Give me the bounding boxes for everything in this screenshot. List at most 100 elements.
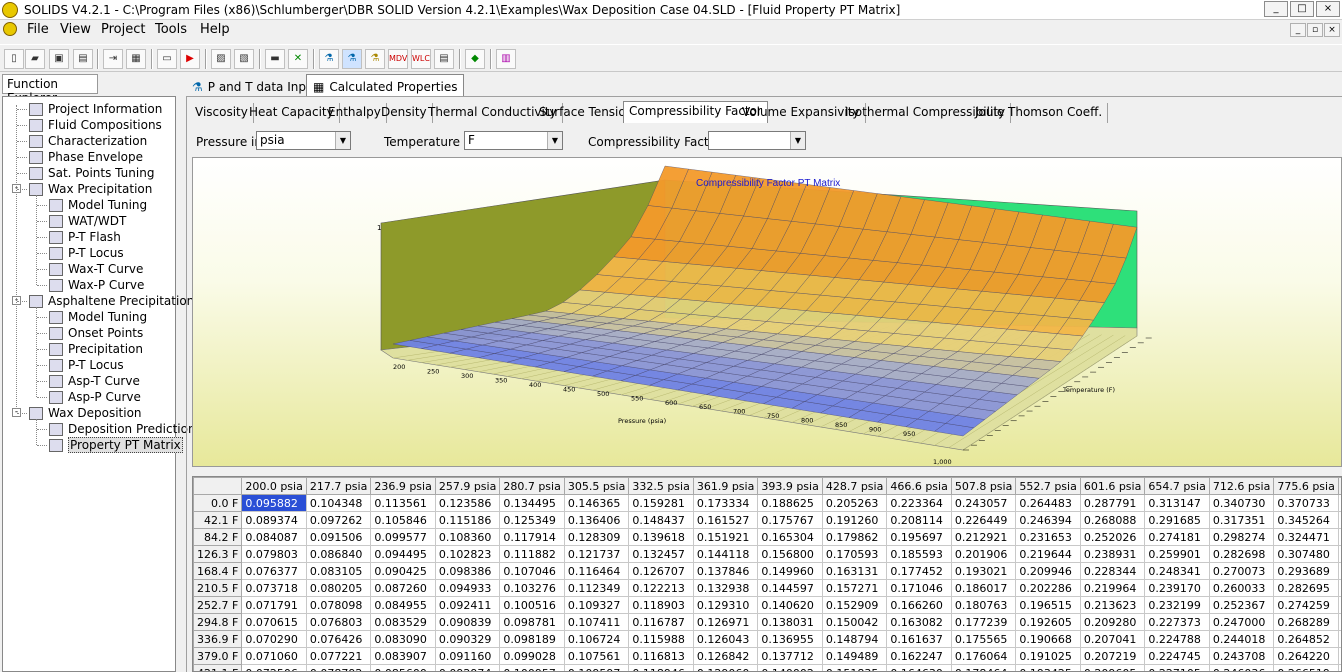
table-cell[interactable]: 0.319349 [1337, 562, 1341, 580]
table-cell[interactable]: 0.291685 [1144, 511, 1210, 529]
row-header[interactable]: 379.0 F [193, 647, 243, 665]
open-icon[interactable]: ▰ [25, 49, 45, 69]
table-cell[interactable]: 0.177239 [950, 613, 1017, 631]
table-cell[interactable]: 0.293689 [1273, 562, 1339, 580]
table-cell[interactable]: 0.073718 [241, 579, 307, 597]
table-cell[interactable]: 0.116813 [628, 647, 694, 665]
table-cell[interactable]: 0.177452 [886, 562, 952, 580]
table-cell[interactable]: 0.180763 [950, 596, 1017, 614]
table-cell[interactable]: 0.083090 [370, 630, 436, 648]
table-cell[interactable]: 0.226449 [950, 511, 1017, 529]
table-cell[interactable]: 0.162247 [886, 647, 952, 665]
menu-tools[interactable]: Tools [155, 22, 187, 37]
function-explorer-tab[interactable]: Function Explorer [2, 74, 98, 105]
row-header[interactable]: 294.8 F [193, 613, 243, 631]
column-header[interactable]: 200.0 psia [241, 477, 307, 495]
table-cell[interactable]: 0.077221 [305, 647, 372, 665]
table-cell[interactable]: 0.083529 [370, 613, 436, 631]
tree-item-wat-wdt[interactable]: WAT/WDT [49, 213, 126, 229]
table-cell[interactable]: 0.136955 [757, 630, 823, 648]
table-cell[interactable]: 0.071791 [241, 596, 307, 614]
table-cell[interactable]: 0.248341 [1144, 562, 1210, 580]
table-cell[interactable]: 0.116464 [563, 562, 630, 580]
table-cell[interactable]: 0.144597 [757, 579, 823, 597]
chevron-down-icon[interactable]: ▼ [547, 132, 562, 149]
maximize-button[interactable]: □ [1290, 1, 1314, 17]
factor-unit-select[interactable]: ▼ [708, 131, 806, 150]
table-cell[interactable]: 0.115186 [434, 511, 501, 529]
table-cell[interactable]: 0.139618 [628, 528, 694, 546]
green-gem-icon[interactable]: ◆ [465, 49, 485, 69]
chart-icon[interactable]: ▨ [211, 49, 231, 69]
table-cell[interactable]: 0.264220 [1273, 647, 1339, 665]
table-cell[interactable]: 0.287420 [1337, 630, 1341, 648]
table-cell[interactable]: 0.085600 [370, 664, 436, 671]
table-cell[interactable]: 0.268088 [1079, 511, 1146, 529]
table-cell[interactable]: 0.191025 [1015, 647, 1081, 665]
column-header[interactable]: 305.5 psia [563, 477, 630, 495]
table-cell[interactable]: 0.231653 [1015, 528, 1081, 546]
table-cell[interactable]: 0.080205 [305, 579, 372, 597]
book-icon[interactable]: ▥ [496, 49, 516, 69]
table-cell[interactable]: 0.109597 [563, 664, 630, 671]
table-cell[interactable]: 0.107561 [563, 647, 630, 665]
column-header[interactable]: 236.9 psia [370, 477, 436, 495]
table-cell[interactable]: 0.123586 [434, 494, 501, 512]
table-cell[interactable]: 0.107411 [563, 613, 630, 631]
table-cell[interactable]: 0.195697 [886, 528, 952, 546]
table-cell[interactable]: 0.270073 [1208, 562, 1275, 580]
row-header[interactable]: 42.1 F [193, 511, 243, 529]
table-cell[interactable]: 0.132457 [628, 545, 694, 563]
document-icon[interactable] [3, 22, 17, 36]
tree-item-onset-points[interactable]: Onset Points [49, 325, 143, 341]
table-cell[interactable]: 0.207219 [1079, 647, 1146, 665]
table-cell[interactable]: 0.219644 [1015, 545, 1081, 563]
table-cell[interactable]: 0.090329 [434, 630, 501, 648]
tree-item-p-t-locus[interactable]: P-T Locus [49, 357, 124, 373]
table-cell[interactable]: 0.148794 [821, 630, 888, 648]
table-cell[interactable]: 0.238931 [1079, 545, 1146, 563]
table-cell[interactable]: 0.188625 [757, 494, 823, 512]
table-cell[interactable]: 0.209280 [1079, 613, 1146, 631]
tree-item-wax-p-curve[interactable]: Wax-P Curve [49, 277, 144, 293]
tree-item-asphaltene-precipitation[interactable]: Asphaltene Precipitation [29, 293, 194, 309]
column-header[interactable]: 393.9 psia [757, 477, 823, 495]
table-cell[interactable]: 0.076377 [241, 562, 307, 580]
table-cell[interactable]: 0.161527 [692, 511, 759, 529]
table-cell[interactable]: 0.175767 [757, 511, 823, 529]
table-cell[interactable]: 0.092974 [434, 664, 501, 671]
table-cell[interactable]: 0.091160 [434, 647, 501, 665]
table-cell[interactable]: 0.109327 [563, 596, 630, 614]
table-cell[interactable]: 0.140002 [757, 664, 823, 671]
table-cell[interactable]: 0.164630 [886, 664, 952, 671]
chevron-down-icon[interactable]: ▼ [790, 132, 805, 149]
table-cell[interactable]: 0.106724 [563, 630, 630, 648]
table-cell[interactable]: 0.090839 [434, 613, 501, 631]
tree-item-characterization[interactable]: Characterization [29, 133, 147, 149]
table-cell[interactable]: 0.126043 [692, 630, 759, 648]
table-cell[interactable]: 0.205263 [821, 494, 888, 512]
table-cell[interactable]: 0.282698 [1208, 545, 1275, 563]
table-cell[interactable]: 0.150042 [821, 613, 888, 631]
column-header[interactable]: 428.7 psia [821, 477, 888, 495]
table-cell[interactable]: 0.084087 [241, 528, 307, 546]
table-cell[interactable]: 0.403369 [1337, 494, 1341, 512]
table-cell[interactable]: 0.163082 [886, 613, 952, 631]
table-cell[interactable]: 0.219964 [1079, 579, 1146, 597]
table-cell[interactable]: 0.079803 [241, 545, 307, 563]
tree-item-p-t-locus[interactable]: P-T Locus [49, 245, 124, 261]
table-cell[interactable]: 0.148437 [628, 511, 694, 529]
table-cell[interactable]: 0.246036 [1208, 664, 1275, 671]
table-cell[interactable]: 0.208114 [886, 511, 952, 529]
chart2-icon[interactable]: ▧ [234, 49, 254, 69]
table-cell[interactable]: 0.125349 [499, 511, 565, 529]
table-cell[interactable]: 0.185593 [886, 545, 952, 563]
table-cell[interactable]: 0.196515 [1015, 596, 1081, 614]
table-cell[interactable]: 0.102823 [434, 545, 501, 563]
table-cell[interactable]: 0.118946 [628, 664, 694, 671]
table-cell[interactable]: 0.209605 [1079, 664, 1146, 671]
table-cell[interactable]: 0.252026 [1079, 528, 1146, 546]
table-cell[interactable]: 0.213623 [1079, 596, 1146, 614]
table-cell[interactable]: 0.113561 [370, 494, 436, 512]
table-cell[interactable]: 0.228344 [1079, 562, 1146, 580]
